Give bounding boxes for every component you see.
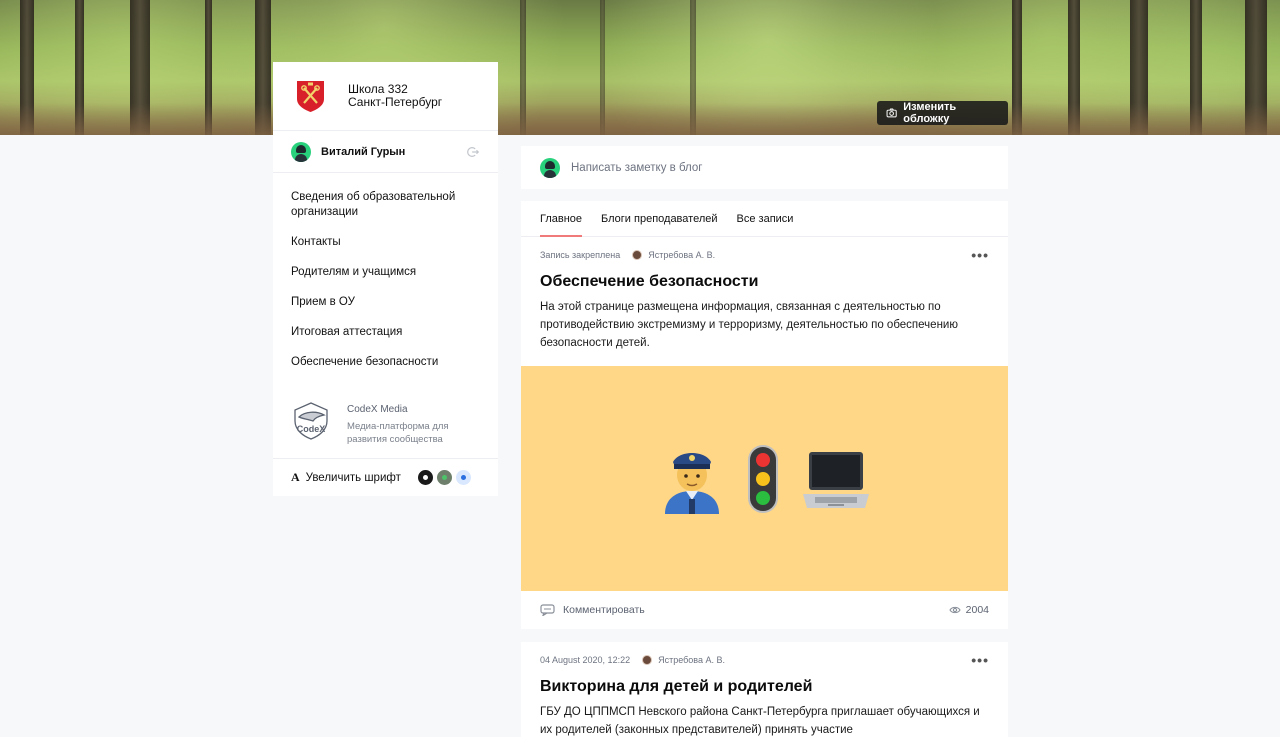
comment-button[interactable]: Комментировать [540,604,645,616]
accessibility-row: A Увеличить шрифт [273,458,498,496]
compose-box[interactable]: Написать заметку в блог [521,146,1008,189]
user-name: Виталий Гурын [321,145,406,158]
sidebar-item-parents-students[interactable]: Родителям и учащимся [291,265,481,280]
codex-logo-icon: CodeX [294,402,328,440]
sidebar-item-final-attestation[interactable]: Итоговая аттестация [291,325,481,340]
tab-all-posts[interactable]: Все записи [737,213,794,236]
sidebar: Школа 332 Санкт-Петербург Виталий Гурын … [273,62,498,496]
theme-switcher [417,470,471,485]
more-options-icon[interactable]: ••• [971,653,989,667]
font-size-icon: A [291,470,300,484]
police-officer-icon [664,452,719,514]
views-counter: 2004 [949,604,989,616]
comment-label: Комментировать [563,604,645,616]
camera-icon [886,108,897,118]
sidebar-menu: Сведения об образовательной организации … [273,173,498,393]
user-avatar [291,141,311,162]
school-name: Школа 332 Санкт-Петербург [348,82,443,109]
change-cover-button[interactable]: Изменить обложку [877,101,1008,125]
author-name[interactable]: Ястребова А. В. [648,250,715,260]
school-header[interactable]: Школа 332 Санкт-Петербург [273,62,498,131]
theme-green-button[interactable] [436,470,452,485]
sidebar-item-organization-info[interactable]: Сведения об образовательной организации [291,190,481,220]
tab-teacher-blogs[interactable]: Блоги преподавателей [601,213,717,236]
comment-icon [540,604,555,616]
school-logo-icon [297,81,324,112]
theme-blue-button[interactable] [455,470,471,485]
views-count: 2004 [965,604,989,616]
compose-avatar [540,157,560,178]
codex-title: CodeX Media [347,404,408,415]
post-meta: Запись закреплена Ястребова А. В. ••• [521,237,1008,273]
author-name[interactable]: Ястребова А. В. [658,655,725,665]
theme-dark-button[interactable] [417,470,433,485]
post-cover-image[interactable] [521,366,1008,591]
post-title[interactable]: Викторина для детей и родителей [521,678,1008,696]
sidebar-item-contacts[interactable]: Контакты [291,235,481,250]
post-meta: 04 August 2020, 12:22 Ястребова А. В. ••… [521,642,1008,678]
codex-media-promo[interactable]: CodeX CodeX Media Медиа-платформа для ра… [273,393,498,458]
more-options-icon[interactable]: ••• [971,248,989,262]
codex-description: Медиа-платформа для развития сообщества [347,421,449,445]
post-card: Запись закреплена Ястребова А. В. ••• Об… [521,237,1008,629]
sidebar-item-admission[interactable]: Прием в ОУ [291,295,481,310]
traffic-light-icon [747,444,778,513]
post-date: 04 August 2020, 12:22 [540,655,631,665]
laptop-icon [802,451,869,508]
user-row[interactable]: Виталий Гурын [273,131,498,173]
post-title[interactable]: Обеспечение безопасности [521,273,1008,291]
post-body: На этой странице размещена информация, с… [540,301,958,349]
pinned-label: Запись закреплена [540,250,621,260]
cover-image: Изменить обложку [0,0,1280,135]
eye-icon [949,606,961,614]
author-avatar [632,250,643,260]
compose-placeholder[interactable]: Написать заметку в блог [571,162,702,174]
change-cover-label: Изменить обложку [903,101,957,125]
author-avatar [642,655,653,665]
svg-text:CodeX: CodeX [297,424,326,434]
increase-font-button[interactable]: Увеличить шрифт [306,472,401,484]
sidebar-item-security[interactable]: Обеспечение безопасности [291,355,481,370]
feed-tabs: Главное Блоги преподавателей Все записи [521,201,1008,237]
post-card: 04 August 2020, 12:22 Ястребова А. В. ••… [521,642,1008,737]
post-footer: Комментировать 2004 [521,591,1008,629]
logout-icon[interactable] [466,145,480,159]
post-body: ГБУ ДО ЦППМСП Невского района Санкт-Пете… [540,706,980,736]
tab-main[interactable]: Главное [540,213,583,237]
